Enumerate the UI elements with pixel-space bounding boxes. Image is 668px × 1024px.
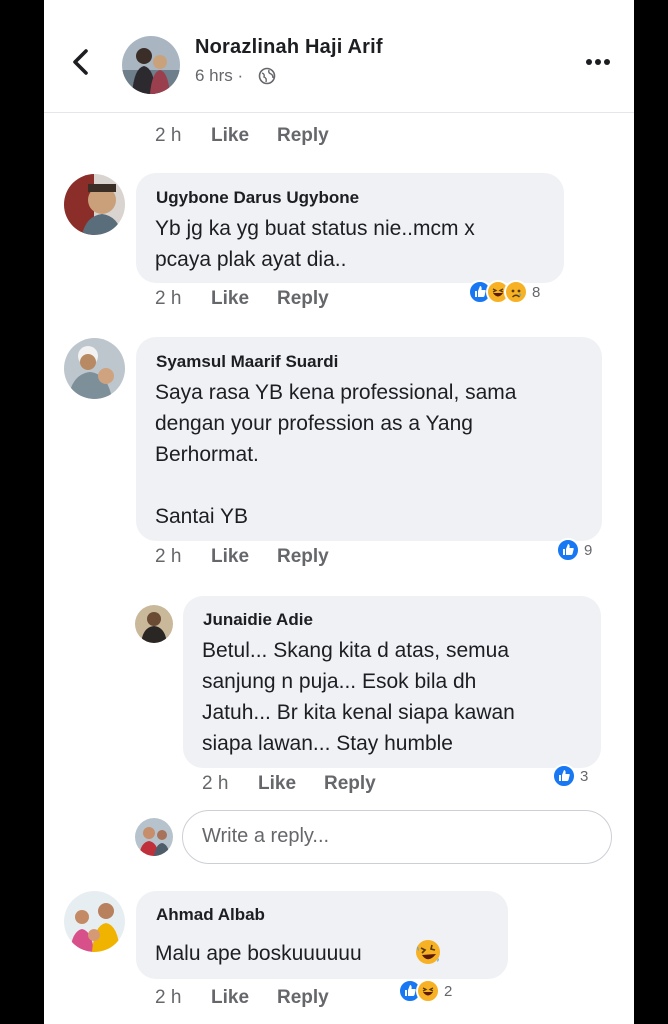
commenter-name[interactable]: Syamsul Maarif Suardi xyxy=(156,352,338,372)
comment-line: dengan your profession as a Yang xyxy=(155,412,473,435)
reply-button[interactable]: Reply xyxy=(277,288,329,310)
globe-icon xyxy=(258,67,276,85)
back-arrow-icon[interactable] xyxy=(66,44,94,80)
comment-line: Betul... Skang kita d atas, semua xyxy=(202,639,510,662)
reactions-summary[interactable]: 9 xyxy=(556,537,592,563)
like-button[interactable]: Like xyxy=(211,987,249,1009)
author-avatar[interactable] xyxy=(122,36,180,94)
comment-bubble: Junaidie Adie Betul... Skang kita d atas… xyxy=(183,596,601,768)
reaction-count: 2 xyxy=(444,982,453,1000)
like-button[interactable]: Like xyxy=(258,773,296,795)
like-button[interactable]: Like xyxy=(211,546,249,568)
commenter-avatar[interactable] xyxy=(64,338,125,399)
current-user-avatar xyxy=(135,818,173,856)
commenter-avatar[interactable] xyxy=(64,891,125,952)
like-reaction-icon xyxy=(556,538,580,562)
sad-reaction-icon xyxy=(504,280,528,304)
post-header: Norazlinah Haji Arif 6 hrs · xyxy=(44,0,634,113)
reaction-count: 3 xyxy=(580,767,589,785)
comment-line: Berhormat. xyxy=(155,443,259,466)
reactions-summary[interactable]: 3 xyxy=(552,763,588,789)
reply-button[interactable]: Reply xyxy=(277,987,329,1009)
rolling-laughing-emoji-icon xyxy=(416,940,440,964)
comment-bubble: Syamsul Maarif Suardi Saya rasa YB kena … xyxy=(136,337,602,541)
comment-line: Malu ape boskuuuuuu xyxy=(155,942,362,965)
commenter-name[interactable]: Junaidie Adie xyxy=(203,610,313,630)
comment-line: siapa lawan... Stay humble xyxy=(202,732,453,755)
comment-line: pcaya plak ayat dia.. xyxy=(155,248,347,271)
comment-time: 2 h xyxy=(155,125,182,146)
commenter-avatar[interactable] xyxy=(135,605,173,643)
reaction-count: 8 xyxy=(532,283,541,301)
comment-time: 2 h xyxy=(155,546,182,567)
comment-line: Saya rasa YB kena professional, sama xyxy=(155,381,517,404)
commenter-name[interactable]: Ugybone Darus Ugybone xyxy=(156,188,359,208)
reaction-count: 9 xyxy=(584,541,593,559)
comment-line: Yb jg ka yg buat status nie..mcm x xyxy=(155,217,475,240)
comment-bubble: Ahmad Albab Malu ape boskuuuuuu xyxy=(136,891,508,979)
haha-reaction-icon xyxy=(416,979,440,1003)
reply-button[interactable]: Reply xyxy=(324,773,376,795)
commenter-name[interactable]: Ahmad Albab xyxy=(156,905,265,925)
author-name[interactable]: Norazlinah Haji Arif xyxy=(195,36,383,59)
comment-time: 2 h xyxy=(155,987,182,1008)
like-button[interactable]: Like xyxy=(211,125,249,147)
reactions-summary[interactable]: 8 xyxy=(468,279,540,305)
reactions-summary[interactable]: 2 xyxy=(398,978,452,1004)
write-reply-input[interactable]: Write a reply... xyxy=(182,810,612,864)
reply-button[interactable]: Reply xyxy=(277,546,329,568)
commenter-avatar[interactable] xyxy=(64,174,125,235)
comment-time: 2 h xyxy=(202,773,229,794)
like-reaction-icon xyxy=(552,764,576,788)
post-time: 6 hrs · xyxy=(195,66,244,85)
comment-line: sanjung n puja... Esok bila dh xyxy=(202,670,477,693)
like-button[interactable]: Like xyxy=(211,288,249,310)
comment-bubble: Ugybone Darus Ugybone Yb jg ka yg buat s… xyxy=(136,173,564,283)
comment-line: Jatuh... Br kita kenal siapa kawan xyxy=(202,701,515,724)
more-options-icon[interactable] xyxy=(584,52,612,72)
comment-time: 2 h xyxy=(155,288,182,309)
comments-screen: Norazlinah Haji Arif 6 hrs · 2 h Like Re… xyxy=(44,0,634,1024)
comment-line: Santai YB xyxy=(155,505,249,528)
reply-placeholder: Write a reply... xyxy=(202,825,330,847)
reply-button[interactable]: Reply xyxy=(277,125,329,147)
